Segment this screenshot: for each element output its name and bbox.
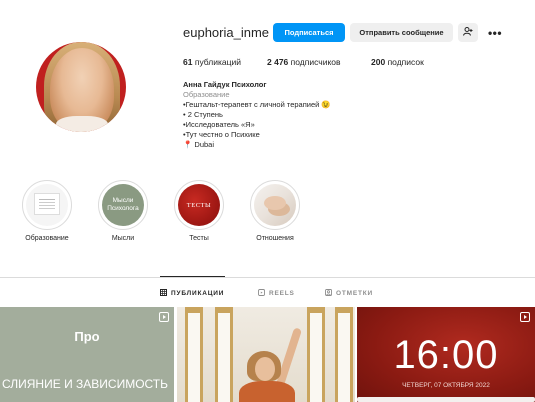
tab-tagged[interactable]: ОТМЕТКИ [325, 289, 373, 297]
post-photo-arm [275, 327, 303, 387]
highlight-label: Образование [25, 235, 69, 242]
tab-reels-label: REELS [269, 290, 295, 297]
follow-button[interactable]: Подписаться [273, 23, 345, 42]
bio-line: • 2 Ступень [183, 110, 223, 119]
post-clock-date: ЧЕТВЕРГ, 07 ОКТЯБРЯ 2022 [402, 382, 490, 389]
highlight-thoughts[interactable]: Мысли Психолога Мысли [93, 180, 153, 242]
stat-posts-count: 61 [183, 57, 193, 67]
grid-icon [160, 289, 167, 296]
tabs-divider [0, 277, 535, 278]
stat-following-count: 200 [371, 57, 386, 67]
bio-line: •Тут честно о Психике [183, 130, 260, 139]
highlight-ring: ТЕСТЫ [174, 180, 224, 230]
bio-category: Образование [183, 90, 230, 99]
person-add-icon [463, 27, 473, 36]
post-notification-bar [357, 397, 535, 402]
reels-icon [258, 289, 265, 296]
stat-followers[interactable]: 2 476 подписчиков [267, 57, 341, 67]
profile-avatar[interactable] [36, 42, 126, 132]
reel-icon [159, 312, 169, 322]
bio-line: •Гештальт-терапевт с личной терапией 😉 [183, 100, 331, 109]
highlight-cover-relationships [254, 184, 296, 226]
tab-reels[interactable]: REELS [258, 289, 295, 297]
reel-icon [520, 312, 530, 322]
stat-followers-count: 2 476 [267, 57, 289, 67]
suggested-accounts-button[interactable] [458, 23, 478, 42]
tab-posts[interactable]: ПУБЛИКАЦИИ [160, 289, 224, 297]
bio-line: •Исследователь «Я» [183, 120, 255, 129]
active-tab-indicator [160, 276, 225, 277]
highlight-cover-document [26, 184, 68, 226]
username: euphoria_inme [183, 25, 270, 40]
post-title: Про [74, 329, 100, 344]
post-tile[interactable]: Про СЛИЯНИЕ И ЗАВИСИМОСТЬ [0, 307, 174, 402]
tab-posts-label: ПУБЛИКАЦИИ [171, 290, 225, 297]
post-tile[interactable] [177, 307, 355, 402]
highlight-cover-tests: ТЕСТЫ [178, 184, 220, 226]
highlight-ring [250, 180, 300, 230]
tagged-icon [325, 289, 332, 296]
bio-line: 📍 Dubai [183, 140, 215, 149]
send-message-button[interactable]: Отправить сообщение [350, 23, 453, 42]
highlight-education[interactable]: Образование [17, 180, 77, 242]
post-clock-time: 16:00 [393, 333, 499, 377]
highlight-ring [22, 180, 72, 230]
highlight-label: Отношения [256, 235, 294, 242]
post-photo-face [255, 357, 275, 381]
highlight-label: Мысли [111, 235, 135, 242]
stat-following-label: подписок [387, 57, 424, 67]
post-photo-body [239, 381, 295, 402]
highlight-cover-thoughts: Мысли Психолога [102, 184, 144, 226]
post-subtitle: СЛИЯНИЕ И ЗАВИСИМОСТЬ [2, 377, 168, 391]
stat-followers-label: подписчиков [290, 57, 341, 67]
avatar-shirt [56, 116, 108, 132]
post-tile[interactable]: 16:00 ЧЕТВЕРГ, 07 ОКТЯБРЯ 2022 [357, 307, 535, 402]
highlight-label: Тесты [189, 235, 209, 242]
highlight-tests[interactable]: ТЕСТЫ Тесты [169, 180, 229, 242]
stat-posts[interactable]: 61 публикаций [183, 57, 241, 67]
tab-tagged-label: ОТМЕТКИ [336, 290, 373, 297]
more-options-button[interactable]: ••• [486, 23, 504, 42]
highlight-ring: Мысли Психолога [98, 180, 148, 230]
stat-following[interactable]: 200 подписок [371, 57, 424, 67]
profile-bio: Анна Гайдук Психолог Образование •Гештал… [183, 80, 331, 150]
bio-name: Анна Гайдук Психолог [183, 80, 267, 89]
highlight-relationships[interactable]: Отношения [245, 180, 305, 242]
stat-posts-label: публикаций [194, 57, 241, 67]
